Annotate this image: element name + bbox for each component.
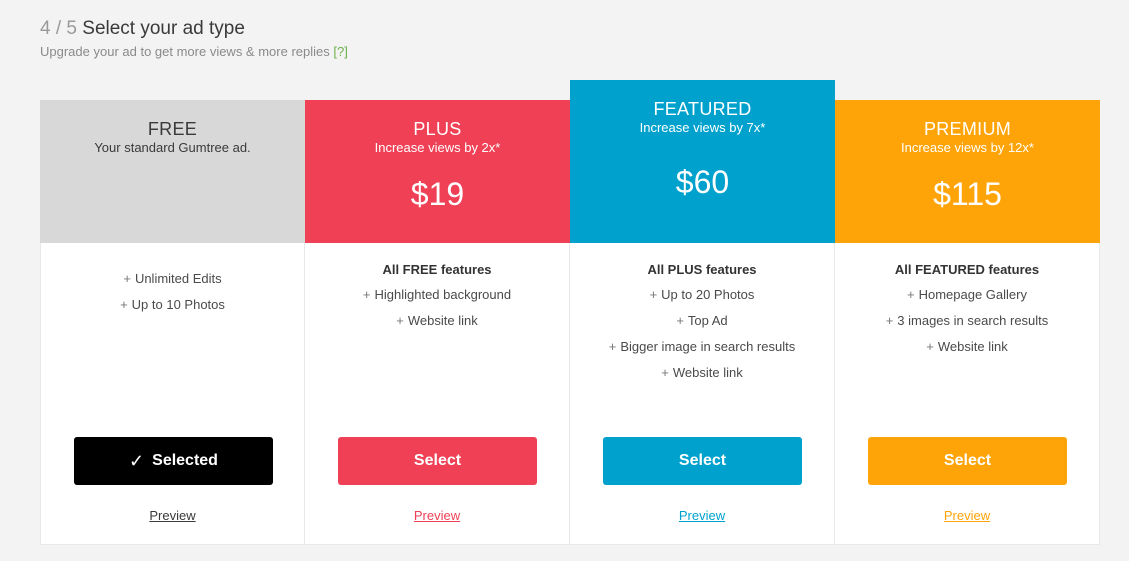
plan-body: All PLUS features + Up to 20 Photos + Top …	[570, 243, 835, 545]
page-title: 4 / 5 Select your ad type	[40, 17, 348, 41]
help-link[interactable]: [?]	[333, 44, 347, 59]
plan-header: FEATURED Increase views by 7x* $60	[570, 80, 835, 243]
feature-item: + Website link	[305, 308, 569, 334]
feature-text: Website link	[407, 313, 478, 328]
plan-header: PLUS Increase views by 2x* $19	[305, 100, 570, 243]
subtitle-text: Upgrade your ad to get more views & more…	[40, 44, 330, 59]
plan-card-premium: PREMIUM Increase views by 12x* $115 All …	[835, 100, 1100, 545]
feature-item: + Homepage Gallery	[835, 282, 1099, 308]
plan-price: $19	[410, 176, 465, 212]
feature-text: Top Ad	[687, 313, 728, 328]
select-button-featured[interactable]: Select	[603, 437, 802, 485]
plus-icon: +	[907, 287, 915, 302]
feature-text: Homepage Gallery	[918, 287, 1027, 302]
feature-text: Bigger image in search results	[620, 339, 796, 354]
plan-name: FREE	[147, 119, 198, 139]
plan-name: FEATURED	[653, 99, 752, 119]
plan-body: All FEATURED features + Homepage Gallery …	[835, 243, 1100, 545]
plus-icon: +	[649, 287, 658, 302]
feature-item: + Top Ad	[570, 308, 834, 334]
feature-list: All FREE features + Highlighted backgroun…	[305, 243, 569, 334]
feature-item: + Website link	[570, 360, 834, 386]
includes-label: All FEATURED features	[894, 262, 1040, 277]
title-text: Select your ad type	[82, 18, 245, 39]
plus-icon: +	[362, 287, 371, 302]
plan-tagline: Your standard Gumtree ad.	[94, 140, 251, 155]
feature-list: All PLUS features + Up to 20 Photos + Top …	[570, 243, 834, 386]
button-label: Selected	[152, 452, 218, 469]
feature-text: Up to 20 Photos	[661, 287, 755, 302]
plan-header: FREE Your standard Gumtree ad.	[40, 100, 305, 243]
feature-item: + Highlighted background	[305, 282, 569, 308]
feature-text: Up to 10 Photos	[131, 297, 225, 312]
select-button-plus[interactable]: Select	[338, 437, 537, 485]
plan-body: All FREE features + Highlighted backgroun…	[305, 243, 570, 545]
plan-price: $115	[933, 176, 1002, 212]
feature-text: Website link	[937, 339, 1008, 354]
page-subtitle: Upgrade your ad to get more views & more…	[40, 43, 348, 61]
step-indicator: 4 / 5	[40, 18, 77, 39]
feature-item: +3 images in search results	[835, 308, 1099, 334]
plan-card-plus: PLUS Increase views by 2x* $19 All FREE …	[305, 100, 570, 545]
page-header: 4 / 5 Select your ad type Upgrade your a…	[40, 17, 348, 61]
selected-button-free[interactable]: ✓ Selected	[74, 437, 273, 485]
plus-icon: +	[608, 339, 617, 354]
plan-name: PLUS	[413, 119, 462, 139]
preview-link-featured[interactable]: Preview	[570, 508, 834, 523]
feature-item: + Unlimited Edits	[41, 266, 304, 292]
plan-tagline: Increase views by 7x*	[639, 120, 766, 135]
plan-tagline: Increase views by 12x*	[901, 140, 1034, 155]
feature-list: All FEATURED features + Homepage Gallery …	[835, 243, 1099, 360]
feature-item: + Up to 10 Photos	[41, 292, 304, 318]
feature-list: + Unlimited Edits + Up to 10 Photos	[41, 243, 304, 318]
select-button-premium[interactable]: Select	[868, 437, 1067, 485]
preview-link-plus[interactable]: Preview	[305, 508, 569, 523]
plan-body: + Unlimited Edits + Up to 10 Photos ✓ Sele…	[40, 243, 305, 545]
plan-cards: FREE Your standard Gumtree ad. + Unlimite…	[40, 80, 1100, 545]
feature-item: + Up to 20 Photos	[570, 282, 834, 308]
feature-text: 3 images in search results	[897, 313, 1049, 328]
feature-item: + Website link	[835, 334, 1099, 360]
plus-icon: +	[661, 365, 669, 380]
plus-icon: +	[926, 339, 934, 354]
includes-label: All PLUS features	[647, 262, 757, 277]
preview-link-premium[interactable]: Preview	[835, 508, 1099, 523]
feature-text: Website link	[672, 365, 743, 380]
plan-header: PREMIUM Increase views by 12x* $115	[835, 100, 1100, 243]
feature-text: Highlighted background	[374, 287, 512, 302]
plan-tagline: Increase views by 2x*	[374, 140, 501, 155]
plan-card-free: FREE Your standard Gumtree ad. + Unlimite…	[40, 100, 305, 545]
plan-price: $60	[675, 164, 730, 200]
plus-icon: +	[885, 313, 894, 328]
plus-icon: +	[396, 313, 404, 328]
plus-icon: +	[676, 313, 684, 328]
plan-name: PREMIUM	[923, 119, 1012, 139]
check-icon: ✓	[129, 450, 145, 471]
plus-icon: +	[123, 271, 131, 286]
plus-icon: +	[120, 297, 128, 312]
feature-text: Unlimited Edits	[134, 271, 222, 286]
preview-link-free[interactable]: Preview	[41, 508, 304, 523]
plan-card-featured: FEATURED Increase views by 7x* $60 All P…	[570, 80, 835, 545]
includes-label: All FREE features	[382, 262, 492, 277]
feature-item: + Bigger image in search results	[570, 334, 834, 360]
